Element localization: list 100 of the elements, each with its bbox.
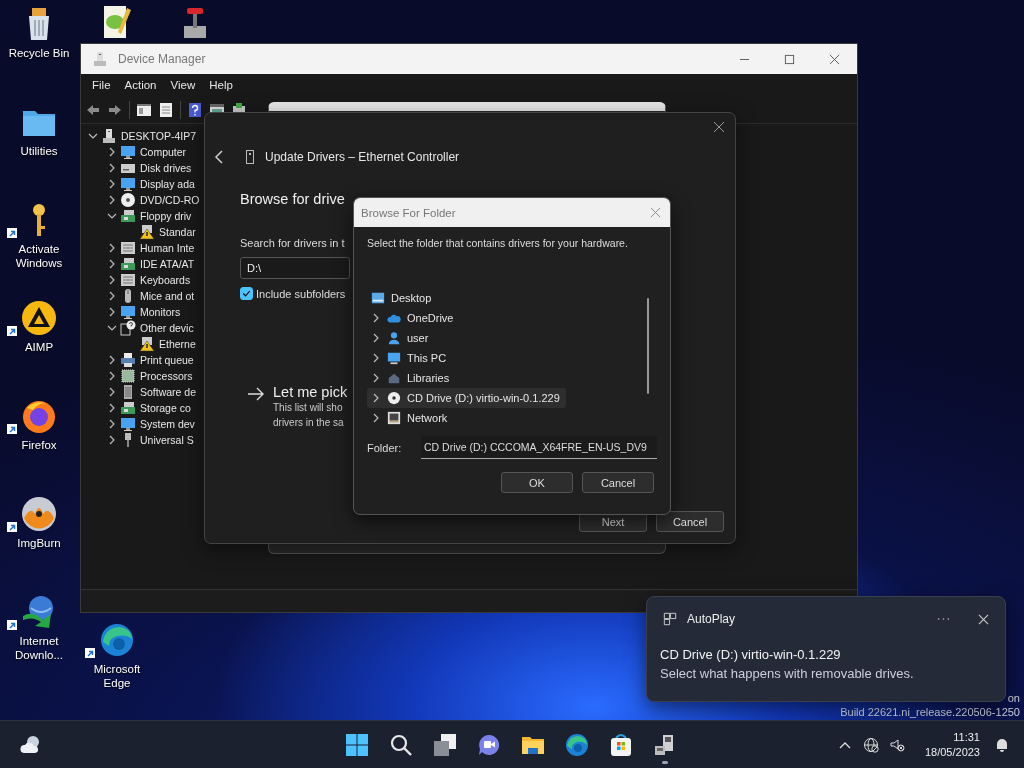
back-chevron-icon[interactable]	[214, 149, 224, 165]
option-description: drivers in the sa	[273, 416, 345, 430]
folder-tree-item[interactable]: user	[367, 328, 435, 348]
shopping-bag-icon	[609, 732, 633, 757]
device-tree-item[interactable]: Other devic	[140, 322, 194, 334]
panel-icon[interactable]	[136, 101, 152, 118]
device-tree-item[interactable]: DESKTOP-4IP7	[121, 130, 197, 142]
option-title: Let me pick	[273, 384, 348, 400]
device-tree-item[interactable]: Floppy driv	[140, 210, 192, 222]
clock[interactable]: 11:31 18/05/2023	[924, 729, 980, 760]
folder-tree-item[interactable]: Desktop	[367, 288, 438, 308]
desktop-shortcut[interactable]: Internet Downlo...	[0, 592, 78, 690]
device-tree-item[interactable]: Mice and ot	[140, 290, 195, 302]
device-tree-item[interactable]: Monitors	[140, 306, 181, 318]
stacked-windows-icon	[433, 732, 457, 757]
cancel-button[interactable]: Cancel	[582, 472, 654, 493]
right-arrow-icon	[247, 387, 265, 401]
device-tree-item[interactable]: Storage co	[140, 402, 191, 414]
dialog-title: Browse For Folder	[361, 206, 456, 219]
clock-date: 18/05/2023	[924, 744, 980, 760]
circuit-board-icon	[120, 256, 136, 272]
ok-button[interactable]: OK	[501, 472, 573, 493]
desktop-shortcut[interactable]: Utilities	[0, 102, 78, 200]
window-grid-icon	[663, 612, 677, 626]
cancel-button[interactable]: Cancel	[656, 511, 724, 532]
section-heading: Browse for drive	[240, 191, 345, 207]
warning-device-icon	[139, 336, 155, 352]
scrollbar[interactable]	[647, 298, 649, 394]
device-tree-item[interactable]: IDE ATA/AT	[140, 258, 195, 270]
notification-title: CD Drive (D:) virtio-win-0.1.229	[660, 647, 842, 662]
speaker-muted-icon[interactable]	[888, 736, 905, 753]
close-icon[interactable]	[978, 613, 989, 625]
checkbox[interactable]	[240, 287, 253, 300]
menu-item[interactable]: File	[85, 79, 118, 91]
pick-from-list-link[interactable]: Let me pick This list will sho drivers in the sa	[247, 384, 348, 430]
help-icon[interactable]	[187, 101, 203, 118]
device-tree-item[interactable]: System dev	[140, 418, 195, 430]
monitor-icon	[387, 351, 401, 365]
device-tree-item[interactable]: Universal S	[140, 434, 194, 446]
desktop-icon	[371, 291, 385, 305]
circuit-board-icon	[120, 400, 136, 416]
clock-time: 11:31	[953, 729, 980, 745]
device-tree-item[interactable]: Human Inte	[140, 242, 195, 254]
desktop-icon-label: Activate Windows	[14, 242, 64, 270]
instruction-text: Select the folder that contains drivers for your hardware.	[367, 237, 629, 249]
desktop-shortcut[interactable]: AIMP	[0, 298, 78, 396]
unknown-device-icon	[120, 320, 136, 336]
notification-message: Select what happens with removable drives.	[660, 666, 915, 681]
desktop-icon-label: ImgBurn	[16, 536, 62, 550]
device-tree-item[interactable]: Software de	[140, 386, 197, 398]
notification-app-name: AutoPlay	[687, 612, 736, 626]
device-tree-item[interactable]: DVD/CD-RO	[140, 194, 200, 206]
path-field[interactable]: D:\	[240, 257, 350, 279]
device-tree-item[interactable]: Keyboards	[140, 274, 191, 286]
folder-tree-item[interactable]: Network	[367, 408, 454, 428]
desktop-icon-label: Utilities	[19, 144, 59, 158]
document-icon[interactable]	[158, 101, 174, 118]
swirl-icon	[565, 732, 589, 757]
desktop-shortcut[interactable]: ImgBurn	[0, 494, 78, 592]
menu-item[interactable]: View	[163, 79, 203, 91]
folder-tree-item[interactable]: CD Drive (D:) virtio-win-0.1.229	[367, 388, 566, 408]
search-icon	[389, 732, 413, 757]
globe-icon[interactable]	[862, 736, 879, 753]
dialog-title: Update Drivers – Ethernet Controller	[265, 150, 460, 164]
folder-tree-item[interactable]: This PC	[367, 348, 453, 368]
close-icon[interactable]	[713, 121, 725, 133]
desktop-shortcut[interactable]: Activate Windows	[0, 200, 78, 298]
folder-tree-item[interactable]: OneDrive	[367, 308, 460, 328]
user-icon	[387, 331, 401, 345]
menu-item[interactable]: Help	[202, 79, 240, 91]
folder-field[interactable]: CD Drive (D:) CCCOMA_X64FRE_EN-US_DV9	[421, 436, 657, 459]
device-tree-item[interactable]: Processors	[140, 370, 193, 382]
notification-toast[interactable]: AutoPlay CD Drive (D:) virtio-win-0.1.229 Select what happens with removable drives.	[646, 596, 1006, 702]
desktop-shortcut[interactable]: Firefox	[0, 396, 78, 494]
checkbox-label: Include subfolders	[256, 287, 346, 300]
video-chat-icon	[477, 732, 501, 757]
computer-tower-icon	[101, 128, 117, 144]
keyboard-icon	[120, 272, 136, 288]
device-tree-item[interactable]: Disk drives	[140, 162, 192, 174]
warning-device-icon	[139, 224, 155, 240]
device-tree-item[interactable]: Display ada	[140, 178, 195, 190]
disc-icon	[120, 192, 136, 208]
chip-icon	[120, 368, 136, 384]
desktop-shortcut[interactable]: Microsoft Edge	[78, 620, 156, 690]
search-label: Search for drivers in t	[240, 237, 345, 249]
folder-tree-item[interactable]: Libraries	[367, 368, 456, 388]
monitor-icon	[120, 416, 136, 432]
desktop-icon-label: AIMP	[23, 340, 55, 354]
bell-icon[interactable]	[994, 736, 1010, 753]
device-tree-item[interactable]: Standar	[159, 226, 196, 238]
desktop-icon-label: Firefox	[20, 438, 58, 452]
flame-globe-icon	[21, 398, 57, 434]
device-tree-item[interactable]: Computer	[140, 146, 187, 158]
device-tree-item[interactable]: Etherne	[159, 338, 196, 350]
device-tree-item[interactable]: Print queue	[140, 354, 194, 366]
menu-item[interactable]: Action	[117, 79, 164, 91]
desktop-shortcut[interactable]: Recycle Bin	[0, 4, 78, 102]
disc-icon	[387, 391, 401, 405]
desktop-icon-label: Microsoft Edge	[92, 662, 142, 690]
desktop-icon-label: Internet Downlo...	[14, 634, 64, 662]
